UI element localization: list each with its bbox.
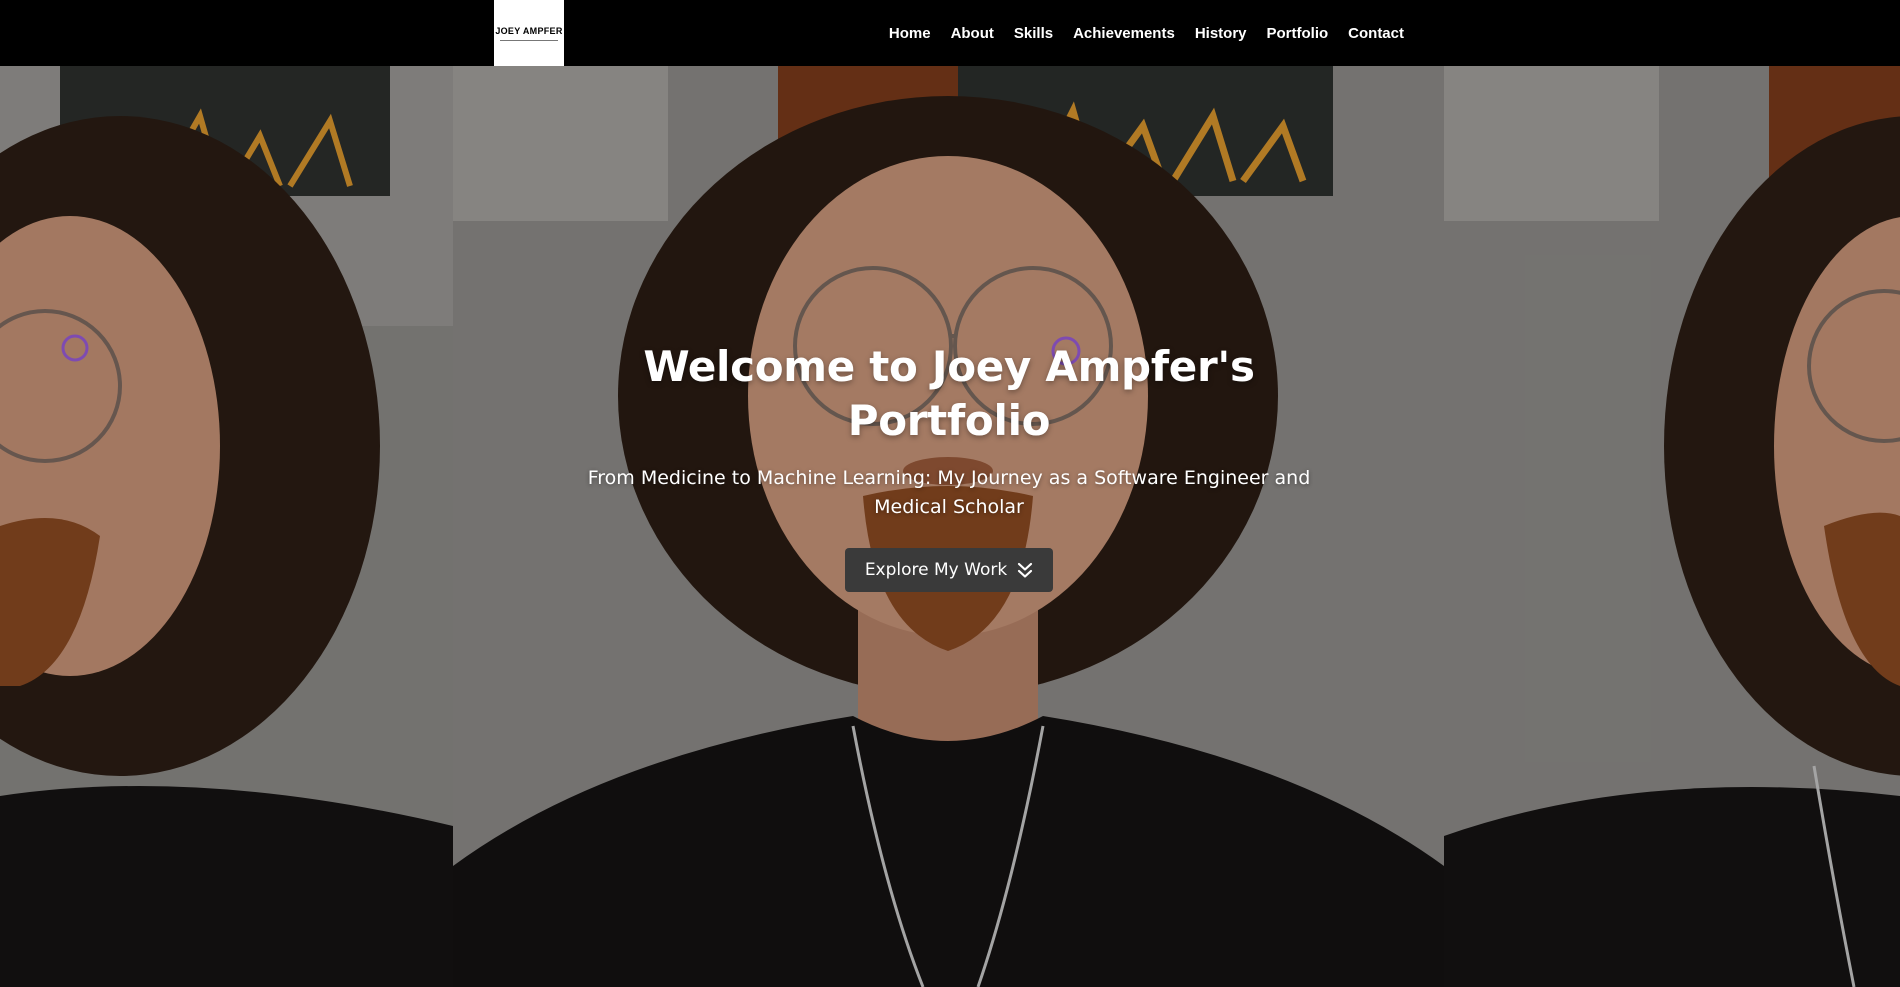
explore-my-work-button[interactable]: Explore My Work [844, 548, 1054, 592]
nav-menu: Home About Skills Achievements History P… [889, 0, 1404, 66]
nav-link-contact[interactable]: Contact [1348, 25, 1404, 42]
hero-content: Welcome to Joey Ampfer's Portfolio From … [560, 340, 1338, 592]
portrait-image-left [0, 66, 453, 987]
navbar: JOEY AMPFER Home About Skills Achievemen… [0, 0, 1900, 66]
hero-title: Welcome to Joey Ampfer's Portfolio [643, 342, 1255, 445]
hero-background-tile-right [1444, 66, 1900, 987]
portrait-image-right [1444, 66, 1900, 987]
nav-link-portfolio[interactable]: Portfolio [1267, 25, 1329, 42]
nav-link-history[interactable]: History [1195, 25, 1247, 42]
nav-link-about[interactable]: About [951, 25, 994, 42]
page: JOEY AMPFER Home About Skills Achievemen… [0, 0, 1900, 987]
logo-text: JOEY AMPFER [495, 25, 563, 36]
double-chevron-down-icon [1017, 561, 1033, 579]
nav-link-home[interactable]: Home [889, 25, 931, 42]
nav-link-skills[interactable]: Skills [1014, 25, 1053, 42]
nav-link-achievements[interactable]: Achievements [1073, 25, 1175, 42]
hero-background-tile-left [0, 66, 453, 987]
hero-subtitle: From Medicine to Machine Learning: My Jo… [587, 467, 1311, 518]
explore-my-work-label: Explore My Work [864, 560, 1008, 580]
logo[interactable]: JOEY AMPFER [494, 0, 564, 66]
hero-section: Welcome to Joey Ampfer's Portfolio From … [0, 66, 1900, 987]
logo-divider [500, 39, 558, 41]
